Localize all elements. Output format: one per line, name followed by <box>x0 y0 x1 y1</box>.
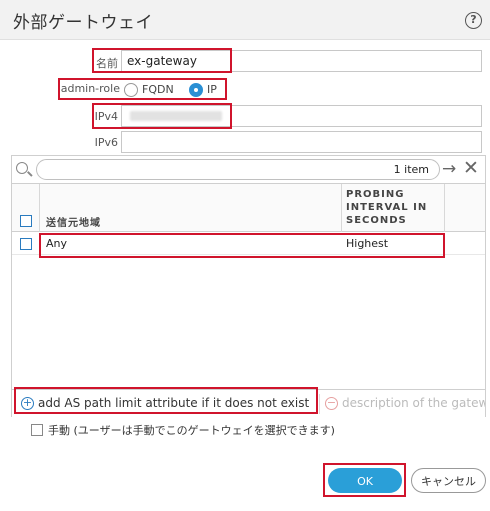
radio-fqdn-label: FQDN <box>142 83 174 96</box>
help-icon[interactable]: ? <box>465 12 482 29</box>
ipv4-label: IPv4 <box>94 110 118 123</box>
dialog-titlebar: 外部ゲートウェイ ? <box>0 0 490 40</box>
manual-checkbox[interactable] <box>31 424 43 436</box>
name-label: 名前 <box>96 57 118 70</box>
grid-header: 送信元地域 PROBING INTERVAL IN SECONDS <box>12 184 485 232</box>
grid-search-input[interactable]: 1 item <box>36 159 440 180</box>
ipv4-redacted-value <box>130 111 222 121</box>
grid-search-bar: 1 item → ✕ <box>12 156 485 184</box>
grid-actions-bar: + add AS path limit attribute if it does… <box>12 389 485 417</box>
table-row[interactable]: Any Highest <box>12 233 485 255</box>
ipv4-input[interactable] <box>121 105 482 127</box>
dialog-title: 外部ゲートウェイ <box>13 13 153 33</box>
add-as-path-button[interactable]: add AS path limit attribute if it does n… <box>38 396 309 410</box>
name-input[interactable]: ex-gateway <box>121 50 482 72</box>
radio-ip-label: IP <box>207 83 217 96</box>
radio-ip[interactable] <box>189 83 203 97</box>
cancel-button[interactable]: キャンセル <box>411 468 486 493</box>
admin-role-label: admin-role <box>60 82 120 95</box>
source-region-grid: 1 item → ✕ 送信元地域 PROBING INTERVAL IN SEC… <box>11 155 486 417</box>
col-header-probing-interval[interactable]: PROBING INTERVAL IN SECONDS <box>346 188 436 227</box>
search-icon <box>16 162 28 174</box>
description-button[interactable]: description of the gatew <box>342 396 485 410</box>
remove-icon[interactable]: − <box>325 397 338 410</box>
action-separator <box>319 394 320 414</box>
column-separator <box>39 184 40 232</box>
col-header-source-region[interactable]: 送信元地域 <box>46 217 101 230</box>
arrow-right-icon[interactable]: → <box>442 159 456 179</box>
row-probing-interval: Highest <box>346 237 389 250</box>
row-checkbox[interactable] <box>20 238 32 250</box>
ipv6-input[interactable] <box>121 131 482 153</box>
column-separator <box>341 184 342 232</box>
ok-button[interactable]: OK <box>328 468 402 493</box>
column-separator <box>444 184 445 232</box>
row-source-region: Any <box>46 237 68 250</box>
ipv6-label: IPv6 <box>94 136 118 149</box>
select-all-checkbox[interactable] <box>20 215 32 227</box>
radio-fqdn[interactable] <box>124 83 138 97</box>
close-icon[interactable]: ✕ <box>463 157 479 179</box>
manual-label: 手動 (ユーザーは手動でこのゲートウェイを選択できます) <box>48 424 335 437</box>
add-icon[interactable]: + <box>21 397 34 410</box>
